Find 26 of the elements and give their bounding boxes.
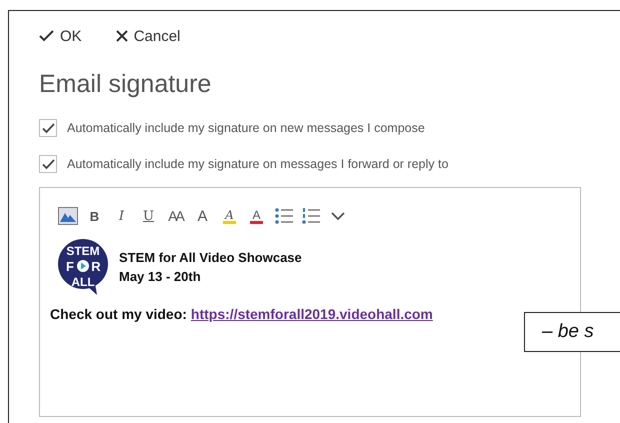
- font-size-button[interactable]: AA: [168, 209, 183, 223]
- checkbox[interactable]: [39, 155, 57, 173]
- italic-button[interactable]: I: [118, 210, 124, 222]
- image-icon[interactable]: [58, 207, 78, 225]
- signature-text: Check out my video:: [50, 306, 187, 322]
- showcase-dates: May 13 - 20th: [119, 269, 202, 284]
- ok-button[interactable]: OK: [39, 28, 82, 44]
- font-color-button[interactable]: A: [250, 208, 262, 224]
- option-label: Automatically include my signature on messages I forward or reply to: [67, 157, 448, 171]
- page-title: Email signature: [39, 69, 212, 100]
- bulleted-list-icon[interactable]: [274, 208, 292, 224]
- option-label: Automatically include my signature on new messages I compose: [67, 121, 425, 135]
- cancel-button[interactable]: Cancel: [116, 28, 180, 44]
- grow-font-button[interactable]: A: [197, 208, 208, 224]
- showcase-name: STEM for All Video Showcase: [119, 250, 302, 265]
- check-icon: [39, 30, 54, 42]
- close-icon: [116, 30, 128, 42]
- bold-button[interactable]: B: [90, 210, 100, 222]
- checkbox[interactable]: [39, 119, 57, 137]
- chevron-down-icon[interactable]: [330, 212, 344, 220]
- numbered-list-icon[interactable]: [302, 208, 320, 224]
- video-link[interactable]: https://stemforall2019.videohall.com: [190, 306, 433, 322]
- callout-text: – be s: [524, 312, 620, 352]
- stem-for-all-logo: STEM F R ALL: [57, 238, 109, 296]
- highlight-button[interactable]: A: [223, 208, 236, 224]
- underline-button[interactable]: U: [143, 210, 154, 222]
